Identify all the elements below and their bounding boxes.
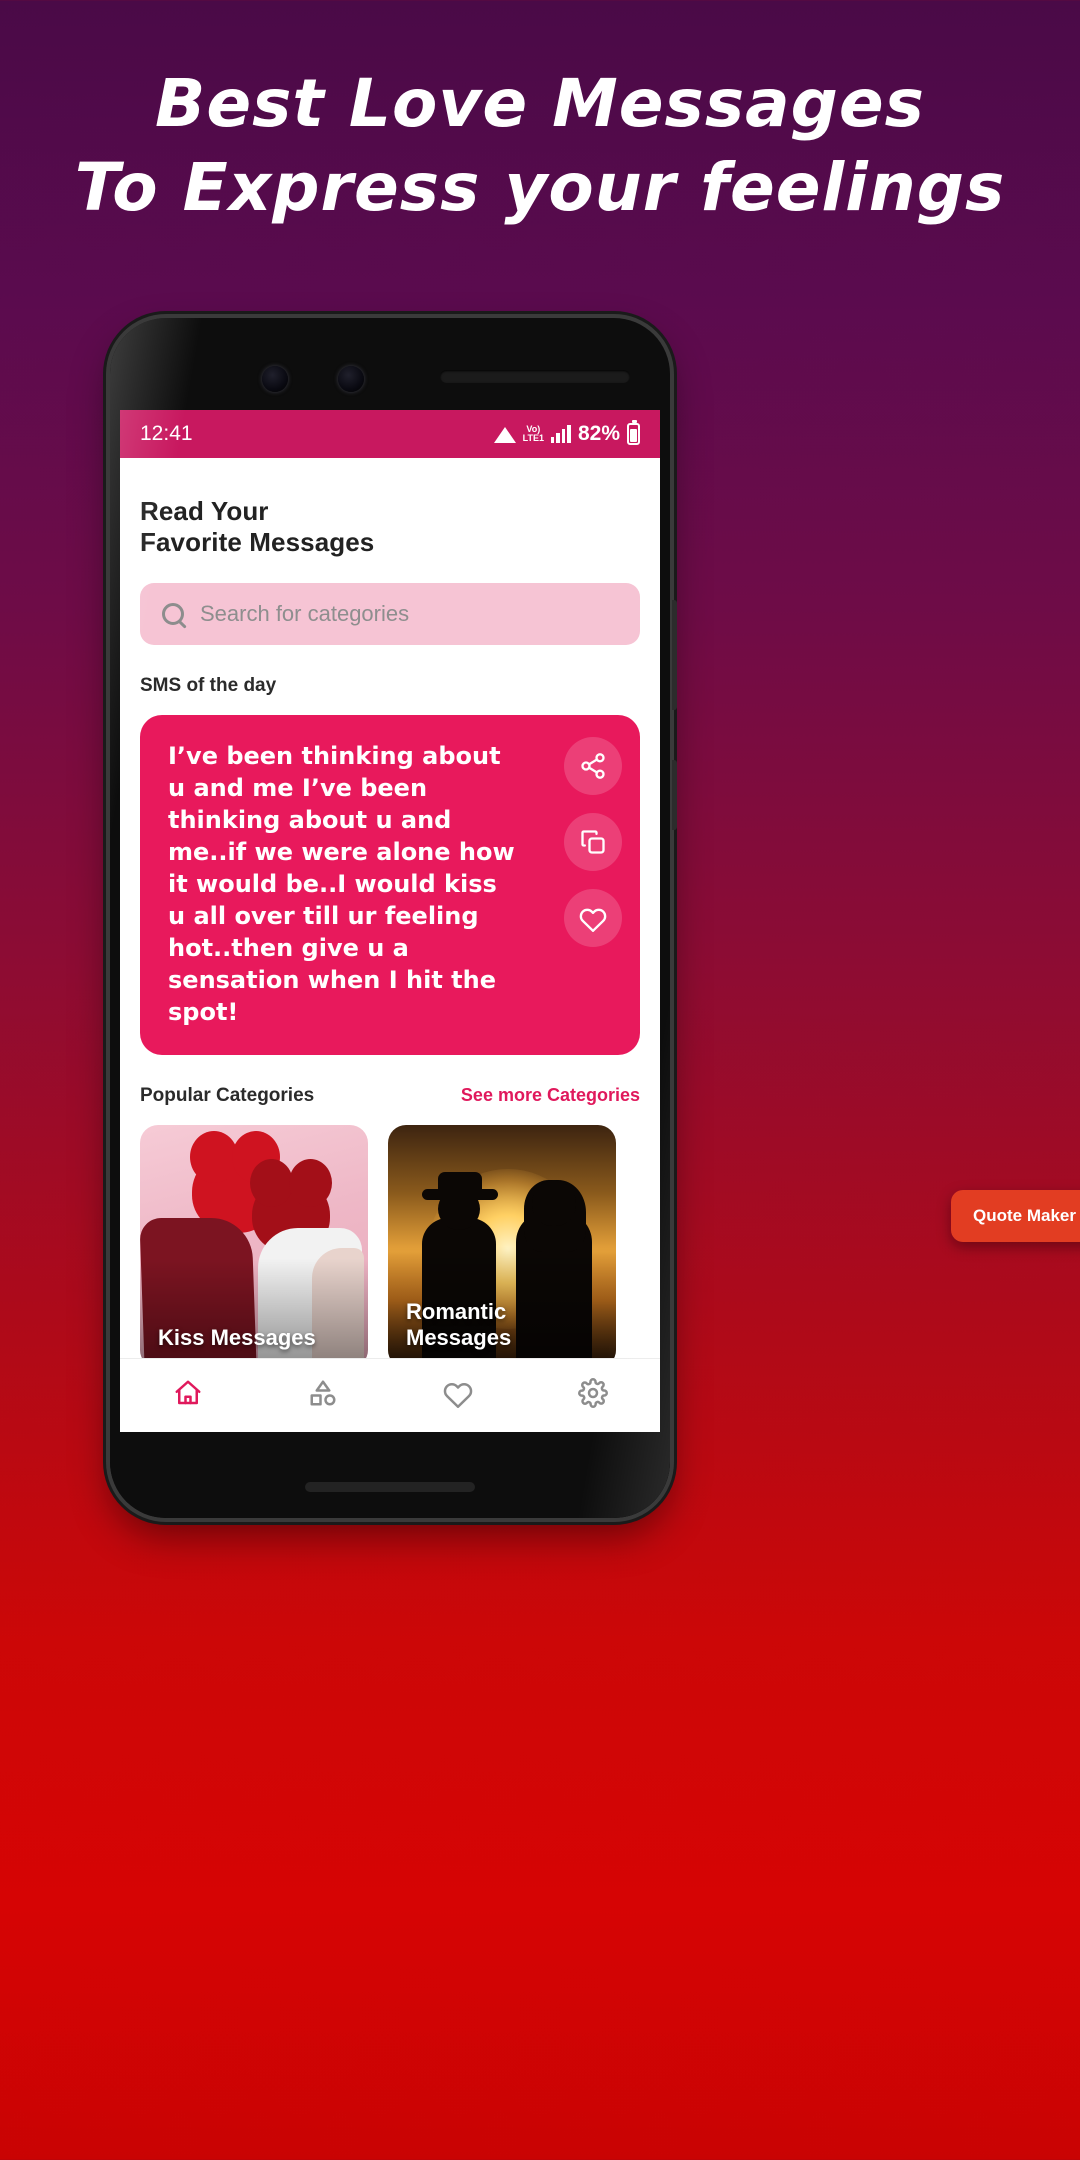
see-more-categories-link[interactable]: See more Categories	[461, 1085, 640, 1106]
promo-headline-line2: To Express your feelings	[74, 149, 1006, 226]
earpiece-speaker	[440, 370, 630, 383]
promo-headline: Best Love Messages To Express your feeli…	[0, 62, 1080, 230]
wifi-icon	[493, 426, 516, 443]
status-bar: 12:41 Vo) LTE1 82%	[120, 410, 660, 458]
sms-action-buttons	[564, 737, 622, 948]
copy-button[interactable]	[564, 813, 622, 872]
phone-bottom-bezel	[110, 1432, 670, 1518]
category-card-label: Romantic Messages	[406, 1298, 512, 1351]
heart-icon	[443, 1383, 472, 1408]
phone-volume-button	[672, 600, 677, 710]
category-card-romantic-messages[interactable]: Romantic Messages	[388, 1124, 616, 1368]
phone-top-bezel	[110, 344, 670, 404]
favorite-button[interactable]	[564, 889, 622, 948]
quote-maker-badge[interactable]: Quote Maker	[951, 1190, 1080, 1242]
category-card-label: Kiss Messages	[158, 1325, 316, 1351]
promo-headline-line1: Best Love Messages	[155, 65, 925, 142]
volte-icon: Vo) LTE1	[522, 424, 544, 443]
status-time: 12:41	[140, 422, 193, 445]
share-button[interactable]	[564, 737, 622, 796]
cellular-signal-icon	[550, 425, 571, 443]
phone-mockup: 12:41 Vo) LTE1 82% Read Your Favorite Me…	[110, 318, 670, 1518]
category-card-kiss-messages[interactable]: Kiss Messages	[140, 1124, 368, 1368]
nav-home[interactable]	[173, 1378, 203, 1413]
search-icon	[162, 603, 184, 626]
copy-icon	[581, 830, 605, 855]
app-content: Read Your Favorite Messages Search for c…	[120, 496, 660, 1368]
page-title-line1: Read Your	[140, 496, 269, 526]
categories-icon	[310, 1380, 335, 1406]
phone-speaker-bar	[305, 1482, 475, 1492]
battery-icon	[627, 420, 640, 445]
sensor-icon	[338, 366, 364, 392]
page-title: Read Your Favorite Messages	[140, 496, 640, 557]
bottom-navigation	[120, 1358, 660, 1432]
search-placeholder: Search for categories	[200, 601, 410, 627]
phone-power-button	[672, 760, 677, 830]
heart-icon	[579, 909, 607, 933]
home-icon	[175, 1380, 200, 1405]
nav-settings[interactable]	[577, 1378, 608, 1413]
phone-screen: 12:41 Vo) LTE1 82% Read Your Favorite Me…	[120, 410, 660, 1432]
popular-categories-header: Popular Categories See more Categories	[140, 1085, 640, 1107]
nav-favorites[interactable]	[443, 1378, 473, 1413]
category-card-row: Kiss Messages Romantic Messages	[140, 1124, 640, 1368]
search-input[interactable]: Search for categories	[140, 583, 640, 646]
sms-of-the-day-card[interactable]: I’ve been thinking about u and me I’ve b…	[140, 715, 640, 1055]
sms-message-text: I’ve been thinking about u and me I’ve b…	[168, 742, 515, 1026]
front-camera-icon	[262, 366, 288, 392]
battery-percent: 82%	[577, 422, 620, 445]
share-icon	[581, 753, 605, 780]
sms-section-label: SMS of the day	[140, 675, 277, 697]
gear-icon	[577, 1378, 608, 1408]
popular-categories-label: Popular Categories	[140, 1084, 315, 1106]
nav-categories[interactable]	[308, 1378, 338, 1413]
page-title-line2: Favorite Messages	[140, 526, 375, 557]
